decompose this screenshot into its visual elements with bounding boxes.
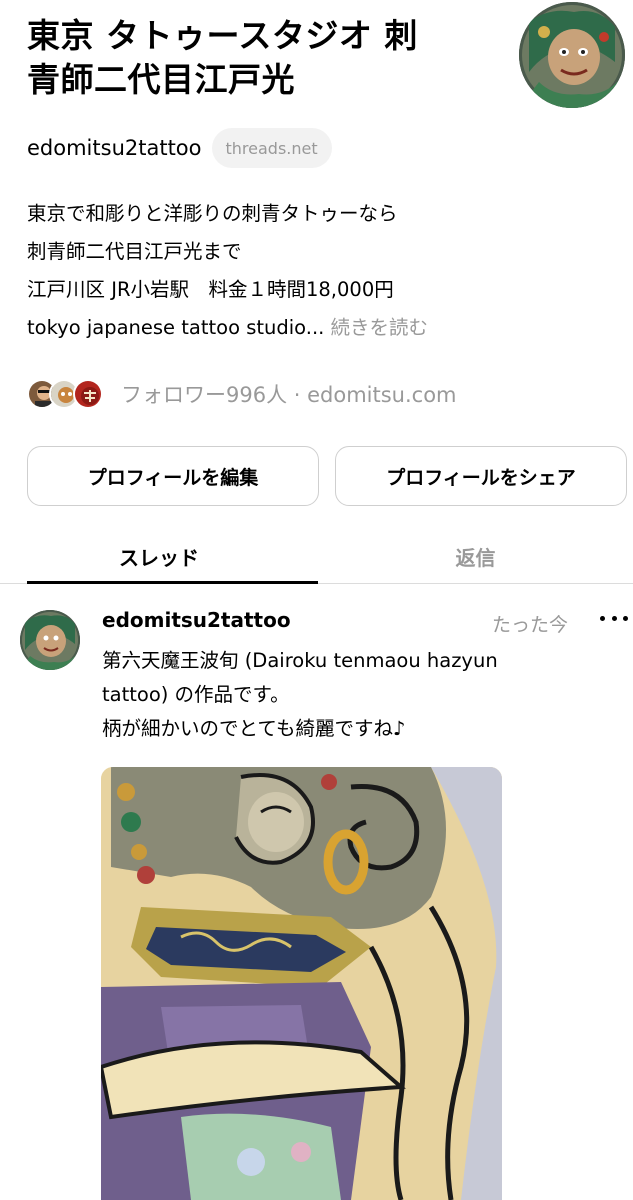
follower-avatar xyxy=(73,379,103,409)
profile-header: 東京 タトゥースタジオ 刺 青師二代目江戸光 xyxy=(0,0,633,130)
followers-count-and-link[interactable]: フォロワー996人 · edomitsu.com xyxy=(121,379,457,409)
thread-post[interactable]: edomitsu2tattoo たった今 第六天魔王波旬 (Dairoku te… xyxy=(0,584,633,1200)
post-text-line-3: 柄が細かいのでとても綺麗ですね♪ xyxy=(102,717,406,740)
profile-handle[interactable]: edomitsu2tattoo xyxy=(27,136,202,160)
dot xyxy=(600,615,605,621)
followers-row[interactable]: フォロワー996人 · edomitsu.com xyxy=(27,374,457,414)
profile-bio: 東京で和彫りと洋彫りの刺青タトゥーなら 刺青師二代目江戸光まで 江戸川区 JR小… xyxy=(27,195,617,347)
share-profile-button[interactable]: プロフィールをシェア xyxy=(335,446,627,506)
profile-tabs: スレッド 返信 xyxy=(0,528,633,584)
post-text-line-2: tattoo) の作品です。 xyxy=(102,683,290,706)
threads-domain-badge[interactable]: threads.net xyxy=(211,128,332,168)
post-username[interactable]: edomitsu2tattoo xyxy=(102,608,291,632)
follower-avatars xyxy=(27,377,109,411)
profile-name: 東京 タトゥースタジオ 刺 青師二代目江戸光 xyxy=(27,14,497,102)
dot xyxy=(611,615,617,621)
edit-profile-button[interactable]: プロフィールを編集 xyxy=(27,446,319,506)
tab-threads[interactable]: スレッド xyxy=(0,528,318,584)
tattoo-photo xyxy=(101,767,502,1200)
post-tattoo-image[interactable] xyxy=(101,767,502,1200)
post-text-line-1: 第六天魔王波旬 (Dairoku tenmaou hazyun xyxy=(102,649,498,672)
post-body: 第六天魔王波旬 (Dairoku tenmaou hazyun tattoo) … xyxy=(102,644,602,746)
post-author-avatar[interactable] xyxy=(20,610,80,670)
bio-line-4: tokyo japanese tattoo studio... 続きを読む xyxy=(27,309,617,347)
profile-name-line2: 青師二代目江戸光 xyxy=(27,60,295,99)
bio-last-line: tokyo japanese tattoo studio... xyxy=(27,316,325,339)
tab-replies[interactable]: 返信 xyxy=(318,528,633,584)
post-avatar-image xyxy=(20,610,80,670)
more-horizontal-icon[interactable] xyxy=(600,606,628,630)
bio-line-3: 江戸川区 JR小岩駅 料金１時間18,000円 xyxy=(27,278,394,301)
profile-avatar[interactable] xyxy=(519,2,625,108)
bio-line-2: 刺青師二代目江戸光まで xyxy=(27,240,242,263)
handle-row: edomitsu2tattoo threads.net xyxy=(27,128,332,168)
bio-read-more-link[interactable]: 続きを読む xyxy=(331,316,429,339)
post-timestamp: たった今 xyxy=(492,614,569,636)
profile-name-line1: 東京 タトゥースタジオ 刺 xyxy=(27,16,418,55)
profile-avatar-image xyxy=(519,2,625,108)
dot xyxy=(623,615,628,621)
bio-line-1: 東京で和彫りと洋彫りの刺青タトゥーなら xyxy=(27,202,398,225)
